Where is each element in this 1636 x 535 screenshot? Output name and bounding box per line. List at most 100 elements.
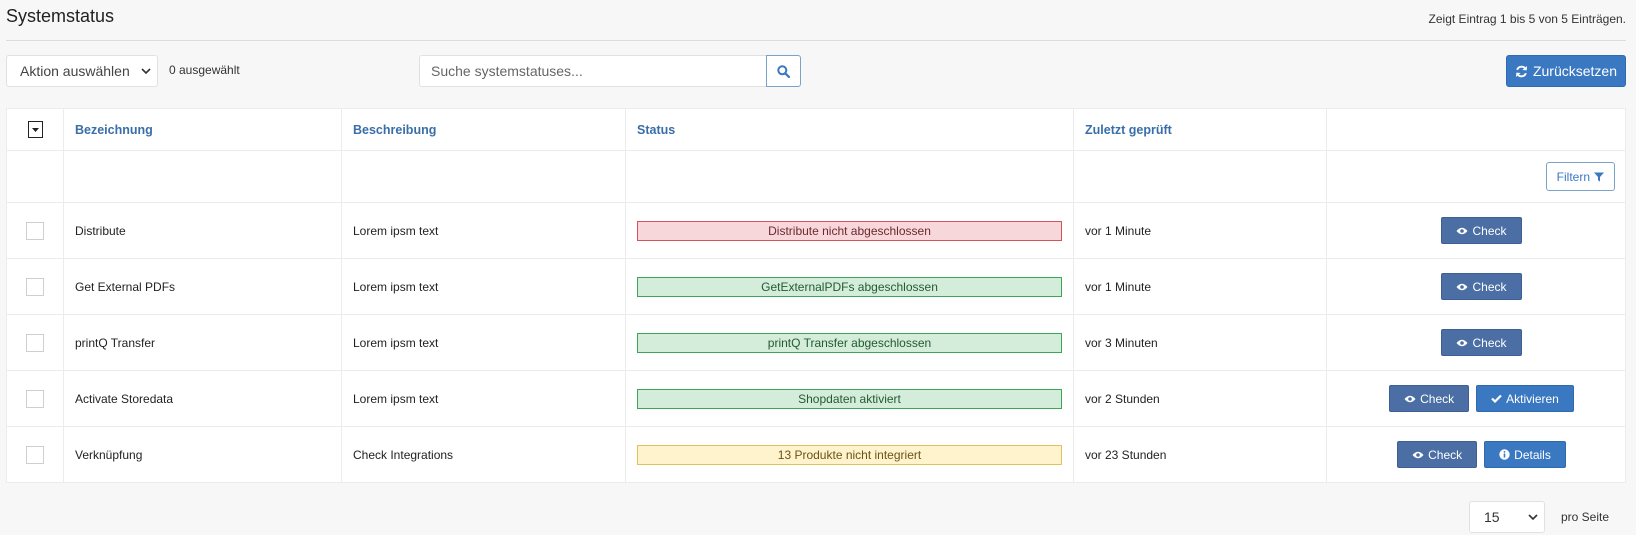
page-title: Systemstatus [6, 6, 115, 26]
activate-label: Aktivieren [1506, 391, 1559, 406]
check-button[interactable]: Check [1389, 385, 1470, 412]
chevron-down-icon [135, 68, 157, 74]
row-name: Distribute [63, 202, 342, 259]
reset-button[interactable]: Zurücksetzen [1506, 55, 1626, 87]
row-checkbox-cell [6, 426, 64, 483]
row-name: Get External PDFs [63, 258, 342, 315]
page-info: Zeigt Eintrag 1 bis 5 von 5 Einträgen. [1428, 12, 1626, 26]
search-input[interactable] [419, 55, 766, 87]
activate-button[interactable]: Aktivieren [1476, 385, 1574, 412]
column-header-beschreibung[interactable]: Beschreibung [341, 108, 626, 151]
check-button[interactable]: Check [1397, 441, 1478, 468]
filter-label: Filtern [1556, 169, 1590, 184]
check-label: Check [1420, 391, 1455, 406]
filter-row: Filtern [6, 150, 1626, 203]
filter-cell [1073, 150, 1327, 203]
divider [6, 40, 1626, 41]
filter-cell [6, 150, 64, 203]
row-checkbox-cell [6, 314, 64, 371]
action-select-value: Aktion auswählen [20, 63, 130, 79]
check-label: Check [1472, 223, 1507, 238]
status-badge: 13 Produkte nicht integriert [637, 444, 1062, 465]
row-actions-cell: Check Aktivieren [1326, 370, 1626, 427]
status-badge: printQ Transfer abgeschlossen [637, 332, 1062, 353]
reset-label: Zurücksetzen [1532, 63, 1618, 79]
selected-count: 0 ausgewählt [169, 63, 240, 77]
row-checkbox-cell [6, 370, 64, 427]
row-actions-cell: Check [1326, 258, 1626, 315]
row-last-checked: vor 1 Minute [1073, 202, 1327, 259]
table-row: Verknüpfung Check Integrations 13 Produk… [6, 426, 1626, 483]
row-description: Lorem ipsm text [341, 202, 626, 259]
eye-icon [1404, 395, 1416, 403]
filter-cell: Filtern [1326, 150, 1626, 203]
filter-cell [625, 150, 1074, 203]
row-status-cell: printQ Transfer abgeschlossen [625, 314, 1074, 371]
row-description: Check Integrations [341, 426, 626, 483]
row-name: Verknüpfung [63, 426, 342, 483]
per-page-label: pro Seite [1561, 510, 1610, 524]
row-checkbox[interactable] [26, 221, 44, 240]
filter-icon [1594, 172, 1604, 182]
search-button[interactable] [766, 55, 801, 87]
table-row: printQ Transfer Lorem ipsm text printQ T… [6, 314, 1626, 371]
row-description: Lorem ipsm text [341, 258, 626, 315]
row-status-cell: Distribute nicht abgeschlossen [625, 202, 1074, 259]
status-badge: Distribute nicht abgeschlossen [637, 220, 1062, 241]
filter-button[interactable]: Filtern [1545, 162, 1615, 191]
check-button[interactable]: Check [1441, 329, 1522, 356]
caret-down-icon [31, 127, 39, 132]
row-actions-cell: Check [1326, 314, 1626, 371]
row-name: printQ Transfer [63, 314, 342, 371]
status-table: Bezeichnung Beschreibung Status Zuletzt … [6, 108, 1626, 483]
row-name: Activate Storedata [63, 370, 342, 427]
row-last-checked: vor 2 Stunden [1073, 370, 1327, 427]
check-label: Check [1472, 335, 1507, 350]
action-select[interactable]: Aktion auswählen [6, 55, 158, 87]
per-page-select[interactable]: 15 [1469, 501, 1545, 533]
check-label: Check [1428, 447, 1463, 462]
chevron-down-icon [1528, 514, 1538, 520]
row-status-cell: 13 Produkte nicht integriert [625, 426, 1074, 483]
table-row: Distribute Lorem ipsm text Distribute ni… [6, 202, 1626, 259]
per-page-value: 15 [1484, 509, 1500, 525]
row-actions-cell: Check [1326, 202, 1626, 259]
row-description: Lorem ipsm text [341, 370, 626, 427]
eye-icon [1456, 283, 1468, 291]
row-last-checked: vor 23 Stunden [1073, 426, 1327, 483]
info-icon [1499, 449, 1510, 460]
row-status-cell: GetExternalPDFs abgeschlossen [625, 258, 1074, 315]
row-last-checked: vor 3 Minuten [1073, 314, 1327, 371]
row-checkbox-cell [6, 258, 64, 315]
eye-icon [1412, 451, 1424, 459]
select-all-cell [6, 108, 64, 151]
check-button[interactable]: Check [1441, 217, 1522, 244]
row-checkbox[interactable] [26, 333, 44, 352]
row-checkbox[interactable] [26, 445, 44, 464]
check-button[interactable]: Check [1441, 273, 1522, 300]
row-checkbox-cell [6, 202, 64, 259]
row-checkbox[interactable] [26, 277, 44, 296]
column-header-actions [1326, 108, 1626, 151]
row-actions-cell: Check Details [1326, 426, 1626, 483]
eye-icon [1456, 227, 1468, 235]
eye-icon [1456, 339, 1468, 347]
refresh-icon [1515, 65, 1528, 78]
search-icon [777, 64, 790, 78]
column-header-status[interactable]: Status [625, 108, 1074, 151]
column-header-bezeichnung[interactable]: Bezeichnung [63, 108, 342, 151]
filter-cell [341, 150, 626, 203]
details-label: Details [1514, 447, 1551, 462]
select-all-checkbox[interactable] [27, 121, 43, 139]
check-label: Check [1472, 279, 1507, 294]
filter-cell [63, 150, 342, 203]
column-header-zuletzt-geprueft[interactable]: Zuletzt geprüft [1073, 108, 1327, 151]
table-row: Get External PDFs Lorem ipsm text GetExt… [6, 258, 1626, 315]
status-badge: Shopdaten aktiviert [637, 388, 1062, 409]
details-button[interactable]: Details [1484, 441, 1566, 468]
checkmark-icon [1491, 394, 1502, 403]
status-badge: GetExternalPDFs abgeschlossen [637, 276, 1062, 297]
row-status-cell: Shopdaten aktiviert [625, 370, 1074, 427]
row-last-checked: vor 1 Minute [1073, 258, 1327, 315]
row-checkbox[interactable] [26, 389, 44, 408]
